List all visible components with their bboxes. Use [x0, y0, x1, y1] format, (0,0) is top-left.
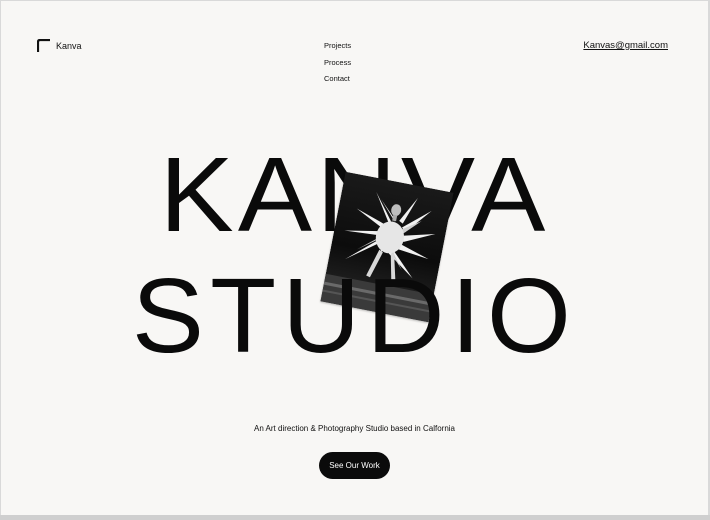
nav-item-process[interactable]: Process	[324, 57, 351, 69]
logo[interactable]: Kanva	[37, 39, 82, 52]
horizontal-scrollbar[interactable]	[0, 515, 710, 520]
email-link[interactable]: Kanvas@gmail.com	[583, 40, 668, 51]
nav-item-projects[interactable]: Projects	[324, 40, 351, 52]
tagline: An Art direction & Photography Studio ba…	[253, 424, 455, 433]
main-nav: Projects Process Contact	[324, 40, 351, 85]
logo-text: Kanva	[56, 40, 82, 51]
nav-item-contact[interactable]: Contact	[324, 73, 351, 85]
see-our-work-button[interactable]: See Our Work	[319, 452, 390, 479]
corner-bracket-icon	[37, 39, 50, 52]
page: Kanva Projects Process Contact Kanvas@gm…	[1, 1, 708, 515]
hero-title-line-2: STUDIO	[131, 257, 578, 375]
